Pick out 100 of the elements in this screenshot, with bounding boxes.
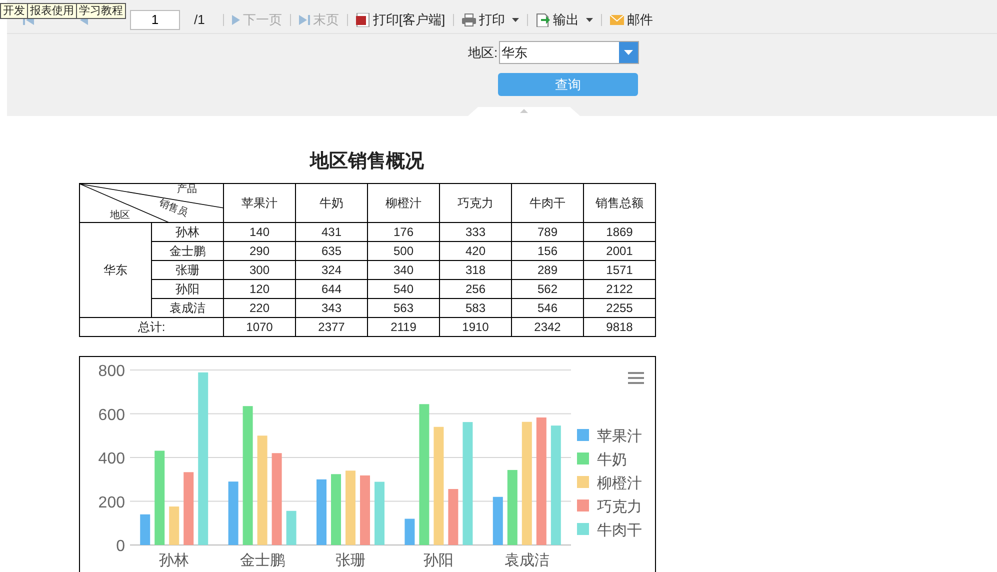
- total-cell: 1070: [224, 317, 296, 336]
- table-cell: 500: [368, 241, 440, 260]
- toolbar-button[interactable]: 打印: [458, 10, 524, 30]
- collapse-handle[interactable]: [468, 107, 580, 116]
- bar: [331, 474, 341, 544]
- column-header: 牛奶: [296, 183, 368, 222]
- legend-swatch: [577, 428, 589, 440]
- table-cell: 340: [368, 260, 440, 279]
- x-tick-label: 孙阳: [424, 552, 454, 568]
- name-cell: 孙林: [152, 222, 224, 241]
- table-cell: 300: [224, 260, 296, 279]
- y-tick-label: 400: [98, 450, 125, 467]
- table-cell: 563: [368, 298, 440, 317]
- legend-label[interactable]: 巧克力: [597, 498, 642, 515]
- x-tick-label: 金士鹏: [240, 552, 285, 568]
- legend-label[interactable]: 牛肉干: [597, 522, 642, 538]
- table-cell: 2255: [584, 298, 656, 317]
- bar: [492, 496, 503, 544]
- table-cell: 333: [440, 222, 512, 241]
- bar: [316, 478, 326, 544]
- toolbar-button[interactable]: 输出: [532, 10, 598, 30]
- bar: [228, 481, 238, 544]
- legend-label[interactable]: 柳橙汁: [597, 474, 642, 492]
- total-cell: 2342: [512, 317, 584, 336]
- legend-label[interactable]: 牛奶: [597, 451, 627, 468]
- total-cell: 9818: [584, 317, 656, 336]
- page-count: /1: [194, 10, 205, 29]
- legend-swatch: [577, 476, 589, 488]
- group-cell: 华东: [80, 222, 152, 317]
- column-header: 销售总额: [584, 183, 656, 222]
- table-cell: 256: [440, 279, 512, 298]
- field-label: 地区:: [468, 44, 498, 62]
- table-cell: 343: [296, 298, 368, 317]
- bar: [404, 518, 415, 544]
- toolbar-button[interactable]: 打印[客户端]: [352, 10, 450, 30]
- table-cell: 635: [296, 241, 368, 260]
- toolbar-button[interactable]: 邮件: [606, 10, 658, 30]
- table-cell: 156: [512, 241, 584, 260]
- corner-label: 地区: [110, 210, 130, 220]
- bar: [140, 514, 150, 544]
- tooltip-item: 开发: [2, 4, 26, 18]
- column-header: 巧克力: [440, 183, 512, 222]
- x-tick-label: 孙林: [159, 552, 190, 568]
- table-cell: 2122: [584, 279, 656, 298]
- y-tick-label: 800: [98, 362, 125, 380]
- export-icon: [536, 12, 550, 26]
- table-cell: 2001: [584, 241, 656, 260]
- column-header: 牛肉干: [512, 183, 584, 222]
- bar: [448, 488, 458, 544]
- bar: [360, 474, 370, 544]
- total-label-cell: 总计:: [80, 317, 224, 336]
- page-field[interactable]: 1: [130, 10, 180, 30]
- bar: [374, 481, 384, 544]
- menu-icon[interactable]: [628, 372, 644, 384]
- column-header: 苹果汁: [224, 183, 296, 222]
- table-cell: 1869: [584, 222, 656, 241]
- table-cell: 546: [512, 298, 584, 317]
- name-cell: 金士鹏: [152, 241, 224, 260]
- table-cell: 431: [296, 222, 368, 241]
- next-icon: [232, 14, 240, 24]
- table-cell: 289: [512, 260, 584, 279]
- legend-label[interactable]: 苹果汁: [597, 428, 642, 444]
- tooltip-item: 学习教程: [76, 4, 125, 18]
- legend-swatch: [577, 522, 589, 534]
- table-cell: 318: [440, 260, 512, 279]
- y-tick-label: 0: [116, 538, 125, 554]
- dropdown-icon: [624, 50, 633, 55]
- table-cell: 562: [512, 279, 584, 298]
- printer-icon: [462, 12, 476, 26]
- name-cell: 张珊: [152, 260, 224, 279]
- name-cell: 袁成洁: [152, 298, 224, 317]
- table-cell: 176: [368, 222, 440, 241]
- last-page-icon: [298, 14, 310, 24]
- table-cell: 644: [296, 279, 368, 298]
- y-tick-label: 200: [98, 494, 125, 511]
- x-tick-label: 袁成洁: [504, 552, 550, 568]
- total-cell: 2377: [296, 317, 368, 336]
- mail-icon: [610, 12, 624, 26]
- report-title: 地区销售概况: [308, 150, 425, 174]
- caret-icon: [586, 18, 594, 22]
- tooltip-item: 报表使用: [27, 4, 76, 18]
- corner-label: 产品: [177, 184, 197, 194]
- table-cell: 120: [224, 279, 296, 298]
- legend-swatch: [577, 499, 589, 511]
- region-select[interactable]: 华东: [498, 41, 639, 64]
- caret-icon: [512, 18, 520, 22]
- table-cell: 290: [224, 241, 296, 260]
- table-cell: 324: [296, 260, 368, 279]
- table-cell: 140: [224, 222, 296, 241]
- x-tick-label: 张珊: [336, 552, 366, 568]
- legend-swatch: [577, 452, 589, 464]
- y-tick-label: 600: [98, 406, 125, 424]
- table-cell: 220: [224, 298, 296, 317]
- table-cell: 1571: [584, 260, 656, 279]
- bar: [286, 510, 296, 544]
- bar: [169, 506, 180, 544]
- table-cell: 583: [440, 298, 512, 317]
- document-icon: [356, 12, 370, 26]
- corner-label: 销售员: [157, 198, 189, 219]
- table-cell: 540: [368, 279, 440, 298]
